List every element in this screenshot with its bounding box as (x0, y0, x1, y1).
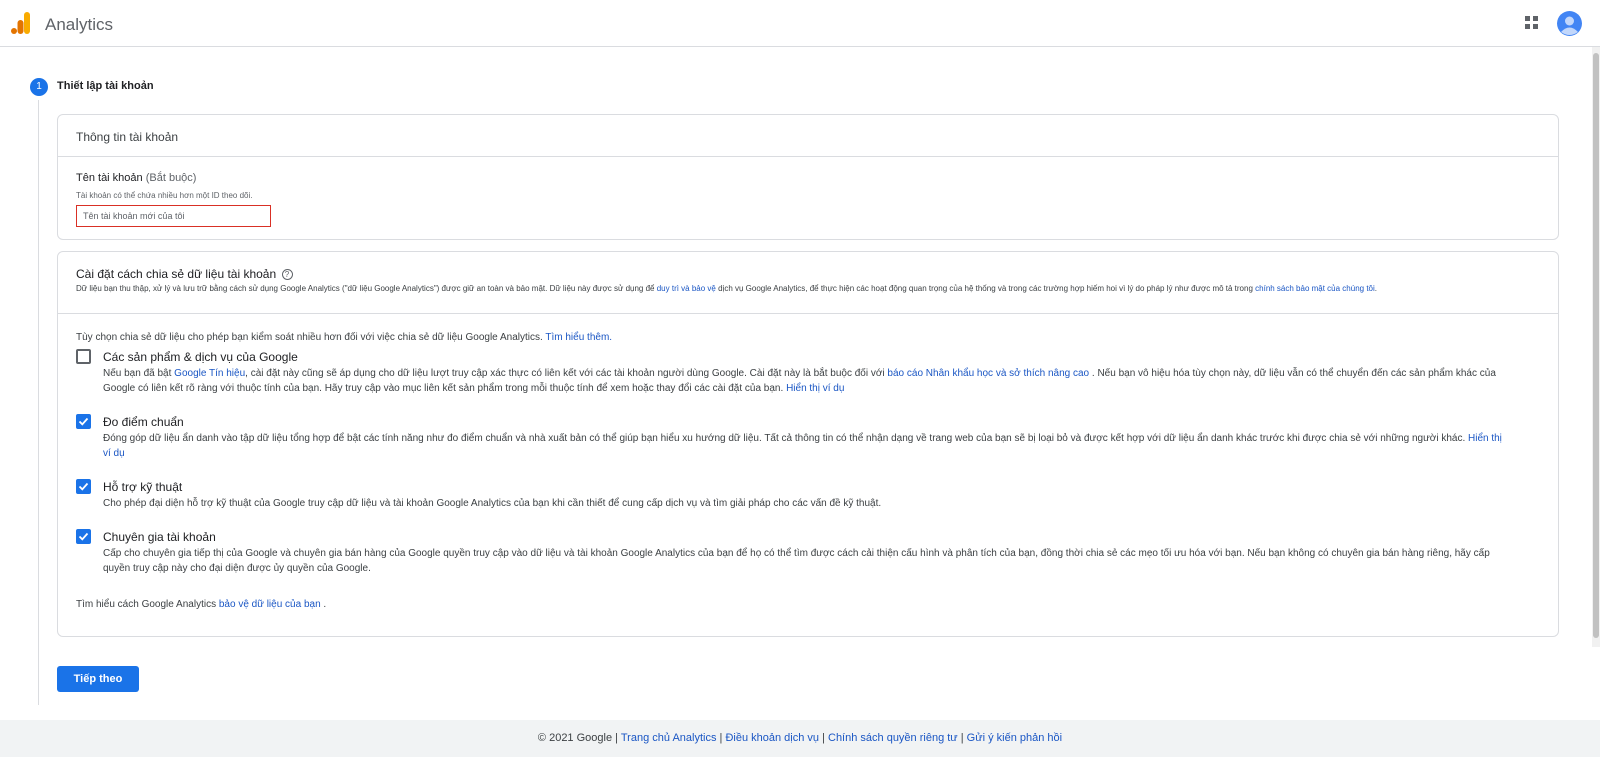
option-technical-support: Hỗ trợ kỹ thuật Cho phép đại diện hỗ trợ… (76, 479, 1516, 513)
intro-text: Tùy chọn chia sẻ dữ liệu cho phép bạn ki… (76, 332, 546, 343)
top-app-bar: Analytics (0, 0, 1600, 47)
vertical-scrollbar[interactable] (1592, 47, 1600, 647)
option-title: Chuyên gia tài khoản (103, 530, 216, 544)
privacy-policy-link[interactable]: chính sách bảo mật của chúng tôi (1255, 284, 1375, 293)
footer-link-feedback[interactable]: Gửi ý kiến phản hồi (967, 732, 1062, 744)
option-google-products: Các sản phẩm & dịch vụ của Google Nếu bạ… (76, 349, 1516, 397)
analytics-logo-icon[interactable] (11, 12, 31, 34)
maintain-protect-link[interactable]: duy trì và bảo vệ (657, 284, 716, 293)
data-sharing-title-text: Cài đặt cách chia sẻ dữ liệu tài khoản (76, 267, 277, 281)
desc-text: . (1374, 284, 1378, 293)
learn-more-link[interactable]: Tìm hiểu thêm. (545, 332, 612, 343)
checkmark-icon (78, 482, 89, 491)
option-description: Cấp cho chuyên gia tiếp thị của Google v… (103, 548, 1490, 574)
footer-separator: | (957, 732, 967, 744)
desc-text: Đóng góp dữ liệu ẩn danh vào tập dữ liệu… (103, 433, 1468, 444)
demographics-report-link[interactable]: báo cáo Nhân khẩu học và sở thích nâng c… (887, 368, 1089, 379)
option-account-specialists: Chuyên gia tài khoản Cấp cho chuyên gia … (76, 529, 1516, 577)
app-title: Analytics (45, 15, 114, 34)
data-sharing-card: Cài đặt cách chia sẻ dữ liệu tài khoản ?… (57, 251, 1559, 637)
sharing-intro: Tùy chọn chia sẻ dữ liệu cho phép bạn ki… (76, 332, 612, 343)
footer-link-analytics-home[interactable]: Trang chủ Analytics (621, 732, 717, 744)
option-title: Hỗ trợ kỹ thuật (103, 480, 183, 494)
account-info-title: Thông tin tài khoản (76, 130, 179, 144)
protect-end: . (320, 599, 327, 610)
desc-text: Nếu bạn đã bật (103, 368, 175, 379)
data-sharing-description: Dữ liệu bạn thu thập, xử lý và lưu trữ b… (76, 283, 1536, 295)
benchmarking-checkbox[interactable] (76, 414, 91, 429)
account-avatar[interactable] (1557, 11, 1582, 36)
desc-text: Dữ liệu bạn thu thập, xử lý và lưu trữ b… (76, 284, 657, 293)
account-name-hint: Tài khoản có thể chứa nhiều hơn một ID t… (76, 191, 253, 200)
option-title: Các sản phẩm & dịch vụ của Google (103, 350, 298, 364)
google-products-checkbox[interactable] (76, 349, 91, 364)
step-connector-line (38, 100, 39, 705)
card-divider (58, 156, 1558, 157)
option-description: Cho phép đại diện hỗ trợ kỹ thuật của Go… (103, 498, 882, 509)
data-protection-note: Tìm hiểu cách Google Analytics bảo vệ dữ… (76, 599, 326, 610)
option-benchmarking: Đo điểm chuẩn Đóng góp dữ liệu ẩn danh v… (76, 414, 1516, 462)
footer-separator: | (612, 732, 621, 744)
required-marker: (Bắt buộc) (145, 172, 197, 184)
footer: © 2021 Google | Trang chủ Analytics | Đi… (0, 720, 1600, 757)
card-divider (58, 313, 1558, 314)
checkmark-icon (78, 417, 89, 426)
desc-text: dịch vụ Google Analytics, để thực hiện c… (715, 284, 1256, 293)
show-example-link[interactable]: Hiển thị ví dụ (786, 383, 844, 394)
google-signals-link[interactable]: Google Tín hiệu (174, 368, 245, 379)
data-protection-link[interactable]: bảo vệ dữ liệu của bạn (219, 599, 321, 610)
account-name-label: Tên tài khoản (Bắt buộc) (76, 172, 196, 184)
footer-link-privacy[interactable]: Chính sách quyền riêng tư (828, 732, 958, 744)
protect-text: Tìm hiểu cách Google Analytics (76, 599, 219, 610)
desc-text: , cài đặt này cũng sẽ áp dụng cho dữ liệ… (245, 368, 888, 379)
technical-support-checkbox[interactable] (76, 479, 91, 494)
option-description: Đóng góp dữ liệu ẩn danh vào tập dữ liệu… (103, 431, 1503, 461)
scrollbar-thumb[interactable] (1593, 53, 1599, 638)
help-icon[interactable]: ? (281, 269, 293, 280)
footer-link-terms[interactable]: Điều khoản dịch vụ (725, 732, 819, 744)
copyright: © 2021 Google (537, 732, 613, 744)
checkmark-icon (78, 532, 89, 541)
data-sharing-title: Cài đặt cách chia sẻ dữ liệu tài khoản ? (76, 267, 293, 281)
next-button[interactable]: Tiếp theo (57, 666, 139, 692)
step-label: Thiết lập tài khoản (57, 80, 154, 92)
account-info-card: Thông tin tài khoản Tên tài khoản (Bắt b… (57, 114, 1559, 240)
apps-grid-icon[interactable] (1525, 16, 1539, 30)
account-name-input[interactable] (76, 205, 271, 227)
account-name-label-text: Tên tài khoản (76, 172, 143, 184)
account-specialists-checkbox[interactable] (76, 529, 91, 544)
option-title: Đo điểm chuẩn (103, 415, 184, 429)
footer-separator: | (819, 732, 828, 744)
step-number: 1 (30, 78, 48, 96)
user-icon (1557, 11, 1582, 36)
option-description: Nếu bạn đã bật Google Tín hiệu, cài đặt … (103, 366, 1503, 396)
